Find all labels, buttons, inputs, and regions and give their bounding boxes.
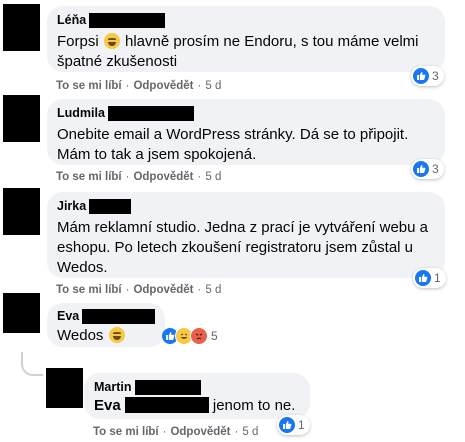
redacted-surname xyxy=(89,198,132,214)
reaction-count: 3 xyxy=(432,162,439,176)
reaction-summary[interactable]: 3 xyxy=(411,159,444,179)
like-icon xyxy=(413,161,429,177)
smile-emoji-icon xyxy=(103,33,120,49)
comment-bubble: Jirka Mám reklamní studio. Jedna z prací… xyxy=(47,192,445,278)
comment-author[interactable]: Jirka xyxy=(57,199,86,213)
comment-actions: To se mi líbí · Odpovědět · 5 d xyxy=(56,80,222,92)
reply-link[interactable]: Odpovědět xyxy=(133,80,193,92)
comment-author[interactable]: Eva xyxy=(57,309,79,323)
comment-bubble: Ludmila Onebite email a WordPress stránk… xyxy=(47,99,445,165)
angry-icon xyxy=(190,327,208,345)
avatar[interactable] xyxy=(3,95,40,142)
comment-text: Wedos xyxy=(57,326,155,346)
redacted-surname xyxy=(89,12,166,28)
reply-actions: To se mi líbí · Odpovědět · 5 d xyxy=(93,426,259,438)
reaction-count: 1 xyxy=(298,418,305,432)
reply-bubble: Martin Eva jenom to ne. xyxy=(84,373,310,419)
avatar[interactable] xyxy=(46,368,83,408)
avatar[interactable] xyxy=(3,188,40,235)
reply-author[interactable]: Martin xyxy=(94,380,132,394)
smile-emoji-icon xyxy=(108,327,125,343)
reaction-summary[interactable]: 1 xyxy=(277,415,310,435)
avatar[interactable] xyxy=(3,4,40,51)
reaction-count: 3 xyxy=(432,69,439,83)
redacted-surname xyxy=(82,308,155,324)
comment-author[interactable]: Léňa xyxy=(57,13,86,27)
comment-actions: To se mi líbí · Odpovědět · 5 d xyxy=(56,171,222,183)
comment-bubble: Eva Wedos xyxy=(47,303,165,347)
comment-text: Mám reklamní studio. Jedna z prací je vy… xyxy=(57,219,429,276)
redacted-surname xyxy=(107,105,194,121)
like-link[interactable]: To se mi líbí xyxy=(56,284,122,296)
comment-text: Onebite email a WordPress stránky. Dá se… xyxy=(57,126,409,163)
comment-author[interactable]: Ludmila xyxy=(57,106,105,120)
reply-link[interactable]: Odpovědět xyxy=(133,284,193,296)
avatar[interactable] xyxy=(3,293,40,333)
reply-text: Eva jenom to ne. xyxy=(94,397,296,414)
like-link[interactable]: To se mi líbí xyxy=(93,426,159,438)
like-icon xyxy=(415,270,431,286)
like-link[interactable]: To se mi líbí xyxy=(56,80,122,92)
redacted-surname xyxy=(134,379,201,395)
timestamp[interactable]: 5 d xyxy=(242,426,258,438)
reply-link[interactable]: Odpovědět xyxy=(170,426,230,438)
timestamp[interactable]: 5 d xyxy=(205,284,221,296)
reaction-count: 5 xyxy=(211,329,218,343)
timestamp[interactable]: 5 d xyxy=(205,171,221,183)
redacted-mention xyxy=(124,397,209,413)
mention-link[interactable]: Eva xyxy=(94,397,121,414)
reply-link[interactable]: Odpovědět xyxy=(133,171,193,183)
reaction-count: 1 xyxy=(434,271,441,285)
like-link[interactable]: To se mi líbí xyxy=(56,171,122,183)
comment-actions: To se mi líbí · Odpovědět · 5 d xyxy=(56,284,222,296)
like-icon xyxy=(279,417,295,433)
like-icon xyxy=(413,68,429,84)
reaction-summary[interactable]: 1 xyxy=(413,268,446,288)
reaction-summary[interactable]: 5 xyxy=(160,326,223,346)
reaction-summary[interactable]: 3 xyxy=(411,66,444,86)
thread-connector xyxy=(21,352,43,376)
comment-text: Forpsi hlavně prosím ne Endoru, s tou má… xyxy=(57,33,419,70)
comment-bubble: Léňa Forpsi hlavně prosím ne Endoru, s t… xyxy=(47,6,445,72)
timestamp[interactable]: 5 d xyxy=(205,80,221,92)
